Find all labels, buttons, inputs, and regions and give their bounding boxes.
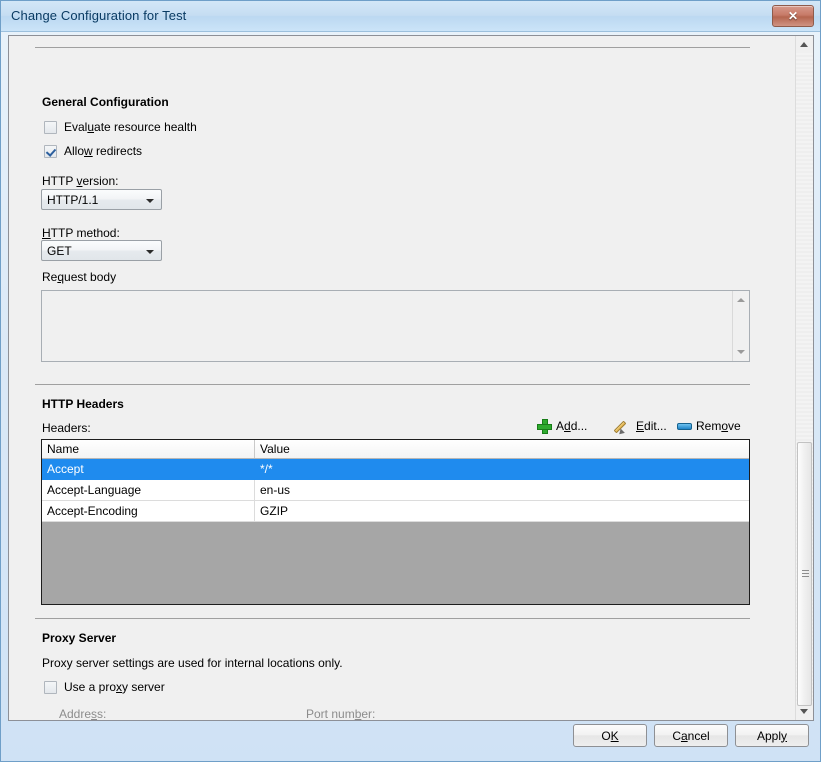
request-body-label: Request body [42,270,116,284]
remove-header-button[interactable]: Remove [677,417,741,435]
headers-list-label: Headers: [42,421,91,435]
close-button[interactable]: ✕ [772,5,814,27]
title-bar: Change Configuration for Test ✕ [1,1,820,32]
evaluate-resource-health-label: Evaluate resource health [64,120,197,134]
column-header-name[interactable]: Name [42,440,255,458]
apply-button-label: Apply [757,729,787,743]
edit-header-button[interactable]: Edit... [617,417,667,435]
cell-header-value: en-us [255,480,749,501]
add-header-button[interactable]: Add... [537,417,587,435]
window-title: Change Configuration for Test [11,8,186,23]
edit-header-label: Edit... [636,419,667,433]
column-header-value[interactable]: Value [255,440,749,458]
use-proxy-server-label: Use a proxy server [64,680,165,694]
http-headers-heading: HTTP Headers [42,397,124,411]
separator-headers [35,384,750,385]
request-body-textarea[interactable] [41,290,750,362]
pencil-icon [617,419,632,434]
http-method-label: HTTP method: [42,226,120,240]
cell-header-name: Accept-Encoding [42,501,255,522]
scroll-down-icon[interactable] [733,344,749,360]
headers-listview-empty-area [42,522,749,605]
cell-header-value: GZIP [255,501,749,522]
cell-header-name: Accept-Language [42,480,255,501]
scroll-content: General Configuration Evaluate resource … [9,36,798,720]
chevron-down-icon [146,199,154,203]
chevron-down-icon [146,250,154,254]
minus-icon [677,419,692,434]
close-icon: ✕ [773,6,813,26]
scrollbar-grip [802,570,809,578]
dialog-footer: OK Cancel Apply [1,719,820,761]
cell-header-name: Accept [42,459,255,480]
evaluate-resource-health-row[interactable]: Evaluate resource health [44,120,197,134]
use-proxy-server-row[interactable]: Use a proxy server [44,680,165,694]
scroll-up-button[interactable] [796,36,813,53]
http-method-combobox[interactable]: GET [41,240,162,261]
table-row[interactable]: Accept-Language en-us [42,480,749,501]
allow-redirects-checkbox[interactable] [44,145,57,158]
ok-button-label: OK [601,729,618,743]
http-method-value: GET [47,244,72,258]
http-version-combobox[interactable]: HTTP/1.1 [41,189,162,210]
table-row[interactable]: Accept-Encoding GZIP [42,501,749,522]
ok-button[interactable]: OK [573,724,647,747]
allow-redirects-row[interactable]: Allow redirects [44,144,142,158]
request-body-scrollbar[interactable] [732,291,749,361]
general-configuration-heading: General Configuration [42,95,169,109]
scrollbar-thumb[interactable] [797,442,812,706]
headers-listview-header: Name Value [42,440,749,459]
cell-header-value: */* [255,459,749,480]
cancel-button[interactable]: Cancel [654,724,728,747]
scroll-up-icon[interactable] [733,292,749,308]
remove-header-label: Remove [696,419,741,433]
dialog-client-area: General Configuration Evaluate resource … [8,35,814,721]
separator-general [35,47,750,48]
dialog-window: Change Configuration for Test ✕ General … [0,0,821,762]
use-proxy-server-checkbox[interactable] [44,681,57,694]
evaluate-resource-health-checkbox[interactable] [44,121,57,134]
add-header-label: Add... [556,419,587,433]
separator-proxy [35,618,750,619]
plus-icon [537,419,552,434]
apply-button[interactable]: Apply [735,724,809,747]
http-version-label: HTTP version: [42,174,118,188]
cancel-button-label: Cancel [672,729,709,743]
proxy-server-heading: Proxy Server [42,631,116,645]
headers-listview[interactable]: Name Value Accept */* Accept-Language en… [41,439,750,605]
proxy-description: Proxy server settings are used for inter… [42,656,343,670]
http-version-value: HTTP/1.1 [47,193,98,207]
allow-redirects-label: Allow redirects [64,144,142,158]
table-row[interactable]: Accept */* [42,459,749,480]
main-scrollbar[interactable] [795,36,813,720]
